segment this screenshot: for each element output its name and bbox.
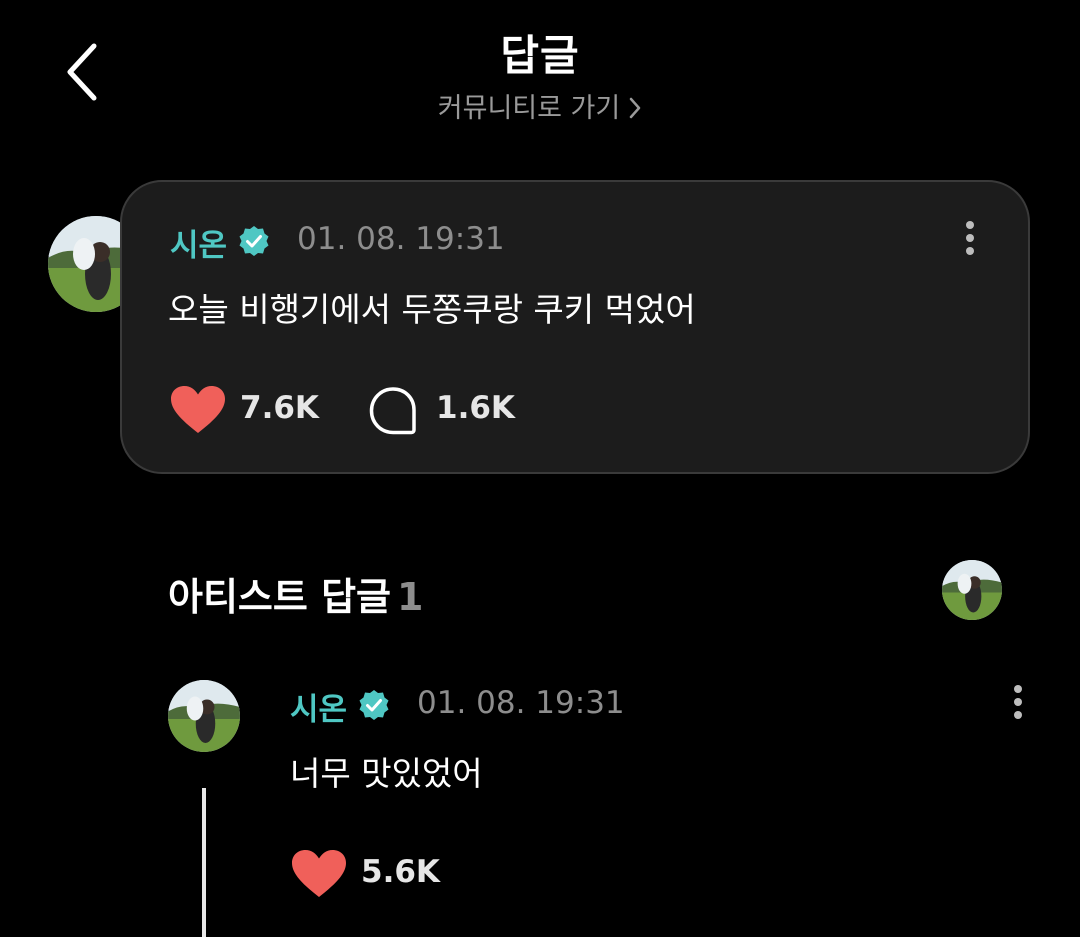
post-comment-button[interactable]: [368, 386, 418, 440]
reply-more-button[interactable]: [1008, 685, 1028, 725]
post-like-count: 7.6K: [240, 390, 319, 426]
community-link-label: 커뮤니티로 가기: [437, 93, 621, 124]
reply-like-count: 5.6K: [361, 854, 440, 890]
post-like-button[interactable]: [170, 385, 226, 439]
artist-replies-count: 1: [397, 575, 424, 619]
heart-icon: [171, 386, 225, 433]
post-text: 오늘 비행기에서 두쫑쿠랑 쿠키 먹었어: [168, 290, 696, 329]
speech-bubble-icon: [369, 387, 416, 435]
verified-badge-icon: [359, 690, 389, 720]
page-title: 답글: [500, 31, 580, 80]
reply-text: 너무 맛있었어: [290, 754, 483, 793]
reply-avatar[interactable]: [168, 680, 240, 752]
artist-filter-avatar[interactable]: [942, 560, 1002, 620]
verified-badge-icon: [239, 226, 269, 256]
post-more-button[interactable]: [960, 221, 980, 261]
heart-icon: [292, 850, 346, 897]
community-link[interactable]: 커뮤니티로 가기: [0, 86, 1080, 125]
artist-replies-title: 아티스트 답글: [168, 575, 391, 619]
chevron-right-icon: [629, 97, 641, 118]
reply-author[interactable]: 시온: [290, 684, 347, 729]
reply-timestamp: 01. 08. 19:31: [417, 685, 625, 721]
thread-line: [202, 788, 206, 937]
post-comment-count: 1.6K: [436, 390, 515, 426]
artist-replies-heading: 아티스트 답글 1: [168, 566, 423, 621]
post-author[interactable]: 시온: [170, 220, 227, 265]
reply-like-button[interactable]: [291, 849, 347, 903]
post-timestamp: 01. 08. 19:31: [297, 221, 505, 257]
